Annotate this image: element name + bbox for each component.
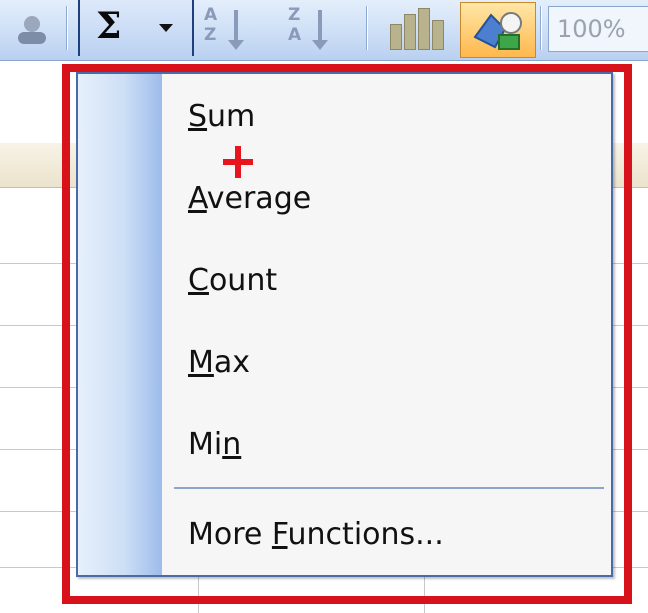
down-arrow-icon (312, 10, 328, 50)
drawing-button[interactable] (460, 2, 536, 58)
zoom-field[interactable]: 100% (548, 6, 648, 52)
toolbar-separator (66, 6, 68, 50)
drawing-icon (473, 12, 522, 50)
crosshair-cursor-icon (221, 146, 257, 182)
zoom-value: 100% (557, 15, 626, 43)
highlight-frame (62, 64, 632, 604)
autosum-button[interactable]: Σ (78, 0, 194, 56)
formatting-toolbar: Σ A Z Z A 100% (0, 0, 648, 61)
chart-wizard-icon[interactable] (384, 8, 444, 50)
toolbar-separator (366, 6, 368, 50)
dropdown-arrow-icon[interactable] (159, 24, 173, 32)
sigma-icon: Σ (96, 5, 122, 47)
down-arrow-icon (228, 10, 244, 50)
sort-descending-icon: Z A (288, 5, 302, 45)
user-icon[interactable] (12, 14, 52, 46)
sort-descending-button[interactable]: Z A (282, 5, 340, 50)
sort-ascending-icon: A Z (204, 5, 218, 45)
toolbar-separator (540, 6, 542, 50)
sort-ascending-button[interactable]: A Z (198, 5, 256, 50)
